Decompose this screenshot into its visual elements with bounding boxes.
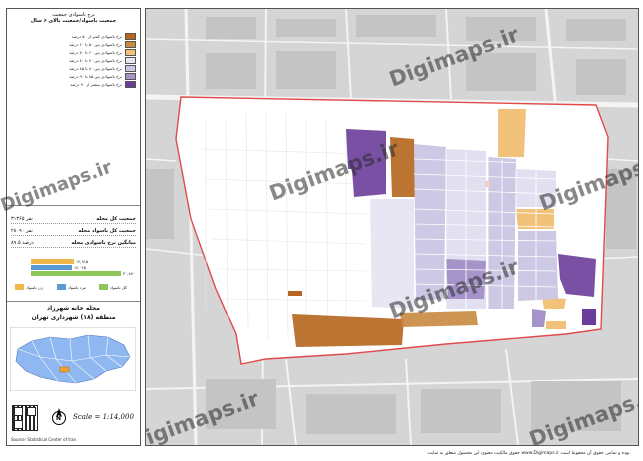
legend-class-label: نرخ باسوادی بین ۷۰ تا ۸۰ درصد xyxy=(69,57,122,63)
legend-class-label: نرخ باسوادی بین ۵۰ تا ۶۰ درصد xyxy=(69,41,122,47)
stat-row: ۲۸۰۹۰ نفر جمعیت کل باسواد محله xyxy=(11,227,136,236)
zone-under-50 xyxy=(292,314,404,347)
stat-row: ۸۹.۵ درصد میانگین نرخ باسوادی محله xyxy=(11,239,136,248)
legend-divider-2 xyxy=(7,301,140,302)
bar-legend-swatch xyxy=(99,284,108,290)
stat-label: جمعیت کل محله xyxy=(96,216,136,222)
legend-class-row: نرخ باسوادی بین ۸۰ تا ۸۵ درصد xyxy=(69,64,136,72)
stat-label: جمعیت کل باسواد محله xyxy=(78,228,136,234)
legend-class-label: نرخ باسوادی کمتر از ۵۰ درصد xyxy=(71,33,122,39)
zone-70-80 xyxy=(370,199,414,309)
source-credit: Source: Statistical Center of Iran xyxy=(11,437,77,442)
zone-80-85 xyxy=(414,144,446,301)
legend-class-label: نرخ باسوادی بین ۸۰ تا ۸۵ درصد xyxy=(69,65,122,71)
legend-swatch xyxy=(125,48,136,56)
bar-legend-swatch xyxy=(15,284,24,290)
legend-swatch xyxy=(125,40,136,48)
literacy-bar xyxy=(31,271,121,276)
map-sheet: نرخ باسوادی جمعیت جمعیت باسواد/جمعیت بال… xyxy=(0,0,643,461)
legend-class-row: نرخ باسوادی کمتر از ۵۰ درصد xyxy=(71,32,136,40)
zone-60-70 xyxy=(546,321,566,329)
location-subtitle: منطقه (۱۸) شهرداری تهران xyxy=(31,314,116,321)
legend-swatch xyxy=(125,72,136,80)
bar-legend-label: مرد باسواد xyxy=(68,284,87,290)
legend-title-line2: جمعیت باسواد/جمعیت بالای ۶ سال xyxy=(30,18,117,24)
legend-class-label: نرخ باسوادی بین ۶۰ تا ۷۰ درصد xyxy=(69,49,122,55)
zone-85-90 xyxy=(582,309,596,325)
legend-swatch xyxy=(125,32,136,40)
stat-value: ۳۱۳۶۵ نفر xyxy=(11,216,33,222)
legend-class-row: نرخ باسوادی بیشتر از ۹۰ درصد xyxy=(70,80,136,88)
zone-under-50 xyxy=(390,137,416,197)
legend-class-label: نرخ باسوادی بیشتر از ۹۰ درصد xyxy=(70,81,122,87)
map-canvas xyxy=(146,9,638,445)
zone-60-70 xyxy=(498,109,526,157)
legend-title: نرخ باسوادی جمعیت جمعیت باسواد/جمعیت بال… xyxy=(7,12,140,24)
bar-legend-item: مرد باسواد xyxy=(57,284,86,290)
map-panel: Digimaps.ir Digimaps.ir Digimaps.ir Digi… xyxy=(145,8,639,446)
legend-class-row: نرخ باسوادی بین ۵۰ تا ۶۰ درصد xyxy=(69,40,136,48)
bar-legend-item: زن باسواد xyxy=(15,284,43,290)
qr-code xyxy=(12,405,38,431)
north-arrow-icon: N xyxy=(51,407,67,427)
legend-panel: نرخ باسوادی جمعیت جمعیت باسواد/جمعیت بال… xyxy=(6,8,141,446)
legend-swatch xyxy=(125,64,136,72)
zone-80-85 xyxy=(518,231,558,301)
tehran-locator-map xyxy=(10,327,136,391)
location-title: محله خانه شهرزاد xyxy=(47,305,100,312)
legend-class-row: نرخ باسوادی بین ۷۰ تا ۸۰ درصد xyxy=(69,56,136,64)
bar-legend-item: کل باسواد xyxy=(99,284,127,290)
north-label: N xyxy=(56,415,62,422)
stat-value: ۸۹.۵ درصد xyxy=(11,240,34,246)
stat-value: ۲۸۰۹۰ نفر xyxy=(11,228,33,234)
zone-under-50 xyxy=(400,311,478,327)
bar-legend-swatch xyxy=(57,284,66,290)
stat-label: میانگین نرخ باسوادی محله xyxy=(71,240,136,246)
bar-legend-label: زن باسواد xyxy=(26,284,43,290)
bar-value-label: ۱۴,۰۴۵ xyxy=(74,265,87,270)
scale-text: Scale = 1:14,000 xyxy=(73,413,134,421)
legend-swatch xyxy=(125,56,136,64)
bar-value-label: ۳۰,۸۷۰ xyxy=(123,271,136,276)
legend-divider xyxy=(7,205,140,206)
stat-row: ۳۱۳۶۵ نفر جمعیت کل محله xyxy=(11,215,136,224)
bar-legend-label: کل باسواد xyxy=(110,284,127,290)
legend-class-label: نرخ باسوادی بین ۸۵ تا ۹۰ درصد xyxy=(69,73,122,79)
legend-class-row: نرخ باسوادی بین ۸۵ تا ۹۰ درصد xyxy=(69,72,136,80)
literacy-bar xyxy=(31,259,74,264)
zone-under-50 xyxy=(288,291,302,296)
footer: حقوق مالکیت معنوی این محصول متعلق به سای… xyxy=(0,447,643,461)
zone-85-90 xyxy=(532,309,546,327)
copyright-text: حقوق مالکیت معنوی این محصول متعلق به سای… xyxy=(427,451,631,456)
literacy-bar xyxy=(31,265,72,270)
legend-class-row: نرخ باسوادی بین ۶۰ تا ۷۰ درصد xyxy=(69,48,136,56)
neighborhood-locator-marker xyxy=(59,366,70,373)
legend-swatch xyxy=(125,80,136,88)
bar-value-label: ۱۴,۹۱۵ xyxy=(76,259,89,264)
